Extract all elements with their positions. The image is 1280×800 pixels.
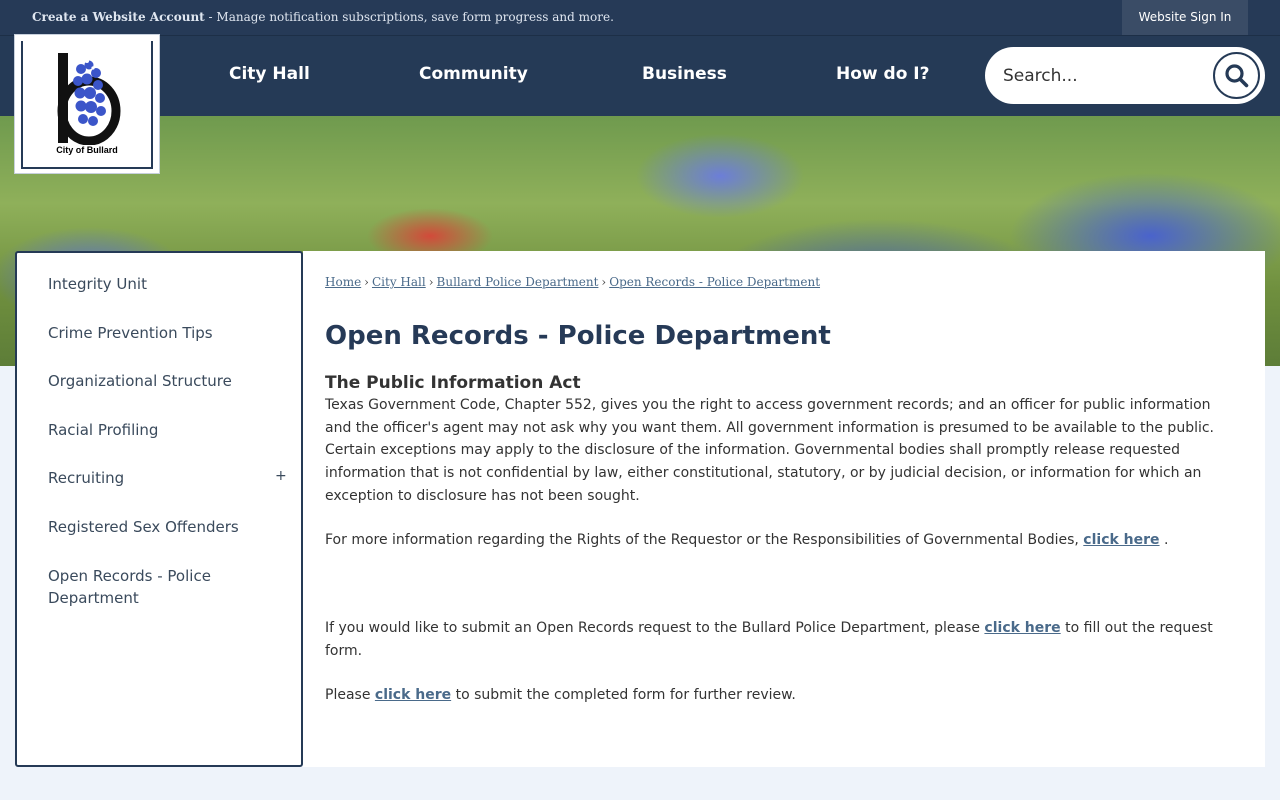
- search-icon: [1225, 64, 1249, 88]
- section-heading: The Public Information Act: [325, 373, 581, 393]
- public-information-act-paragraph: Texas Government Code, Chapter 552, give…: [325, 397, 1215, 504]
- sidebar-item-crime-prevention-tips[interactable]: Crime Prevention Tips: [48, 322, 278, 344]
- sidebar-item-racial-profiling[interactable]: Racial Profiling: [48, 419, 278, 441]
- rights-info-end: .: [1159, 532, 1169, 548]
- nav-item-business[interactable]: Business: [642, 64, 727, 84]
- request-form-text: If you would like to submit an Open Reco…: [325, 620, 985, 636]
- breadcrumb-city-hall[interactable]: City Hall: [372, 275, 426, 289]
- sidebar-item-integrity-unit[interactable]: Integrity Unit: [48, 273, 278, 295]
- search-button[interactable]: [1213, 52, 1260, 99]
- page-title: Open Records - Police Department: [325, 321, 831, 351]
- request-form-click-here-link[interactable]: click here: [984, 620, 1060, 636]
- create-account-description: - Manage notification subscriptions, sav…: [204, 10, 614, 24]
- expand-recruiting-icon[interactable]: +: [275, 468, 287, 484]
- breadcrumb-separator: ›: [428, 275, 434, 289]
- request-form-paragraph: If you would like to submit an Open Reco…: [325, 617, 1235, 662]
- submit-form-text: Please: [325, 687, 375, 703]
- breadcrumb: Home › City Hall › Bullard Police Department…: [325, 275, 820, 289]
- rights-info-paragraph: For more information regarding the Right…: [325, 529, 1235, 552]
- nav-item-city-hall[interactable]: City Hall: [229, 64, 310, 84]
- breadcrumb-separator: ›: [601, 275, 607, 289]
- sidebar-item-recruiting[interactable]: Recruiting: [48, 467, 278, 489]
- nav-item-community[interactable]: Community: [419, 64, 528, 84]
- submit-form-click-here-link[interactable]: click here: [375, 687, 451, 703]
- logo-caption: City of Bullard: [56, 145, 118, 155]
- search-input[interactable]: [1003, 61, 1193, 91]
- nav-item-how-do-i[interactable]: How do I?: [836, 64, 929, 84]
- create-account-banner: Create a Website Account - Manage notifi…: [32, 10, 614, 24]
- breadcrumb-bullard-police-department[interactable]: Bullard Police Department: [437, 275, 599, 289]
- sidebar-item-organizational-structure[interactable]: Organizational Structure: [48, 370, 278, 392]
- breadcrumb-open-records[interactable]: Open Records - Police Department: [609, 275, 820, 289]
- logo-frame: City of Bullard: [21, 41, 153, 169]
- sidebar-item-open-records[interactable]: Open Records - Police Department: [48, 565, 278, 609]
- main-navigation: City Hall Community Business How do I?: [0, 35, 1280, 116]
- breadcrumb-separator: ›: [364, 275, 369, 289]
- utility-bar: Create a Website Account - Manage notifi…: [0, 0, 1280, 35]
- rights-info-text: For more information regarding the Right…: [325, 532, 1084, 548]
- sidebar-item-registered-sex-offenders[interactable]: Registered Sex Offenders: [48, 516, 278, 538]
- sidebar-navigation: Integrity Unit Crime Prevention Tips Org…: [15, 251, 303, 767]
- breadcrumb-home[interactable]: Home: [325, 275, 361, 289]
- main-content: Home › City Hall › Bullard Police Department…: [303, 251, 1265, 767]
- create-account-link[interactable]: Create a Website Account: [32, 10, 205, 24]
- website-sign-in-button[interactable]: Website Sign In: [1122, 0, 1248, 35]
- city-logo[interactable]: City of Bullard: [15, 35, 159, 173]
- rights-click-here-link[interactable]: click here: [1083, 532, 1159, 548]
- submit-form-text-end: to submit the completed form for further…: [451, 687, 796, 703]
- bluebonnet-b-logo-icon: [57, 53, 121, 146]
- submit-form-paragraph: Please click here to submit the complete…: [325, 684, 1235, 707]
- search-box: [985, 47, 1265, 104]
